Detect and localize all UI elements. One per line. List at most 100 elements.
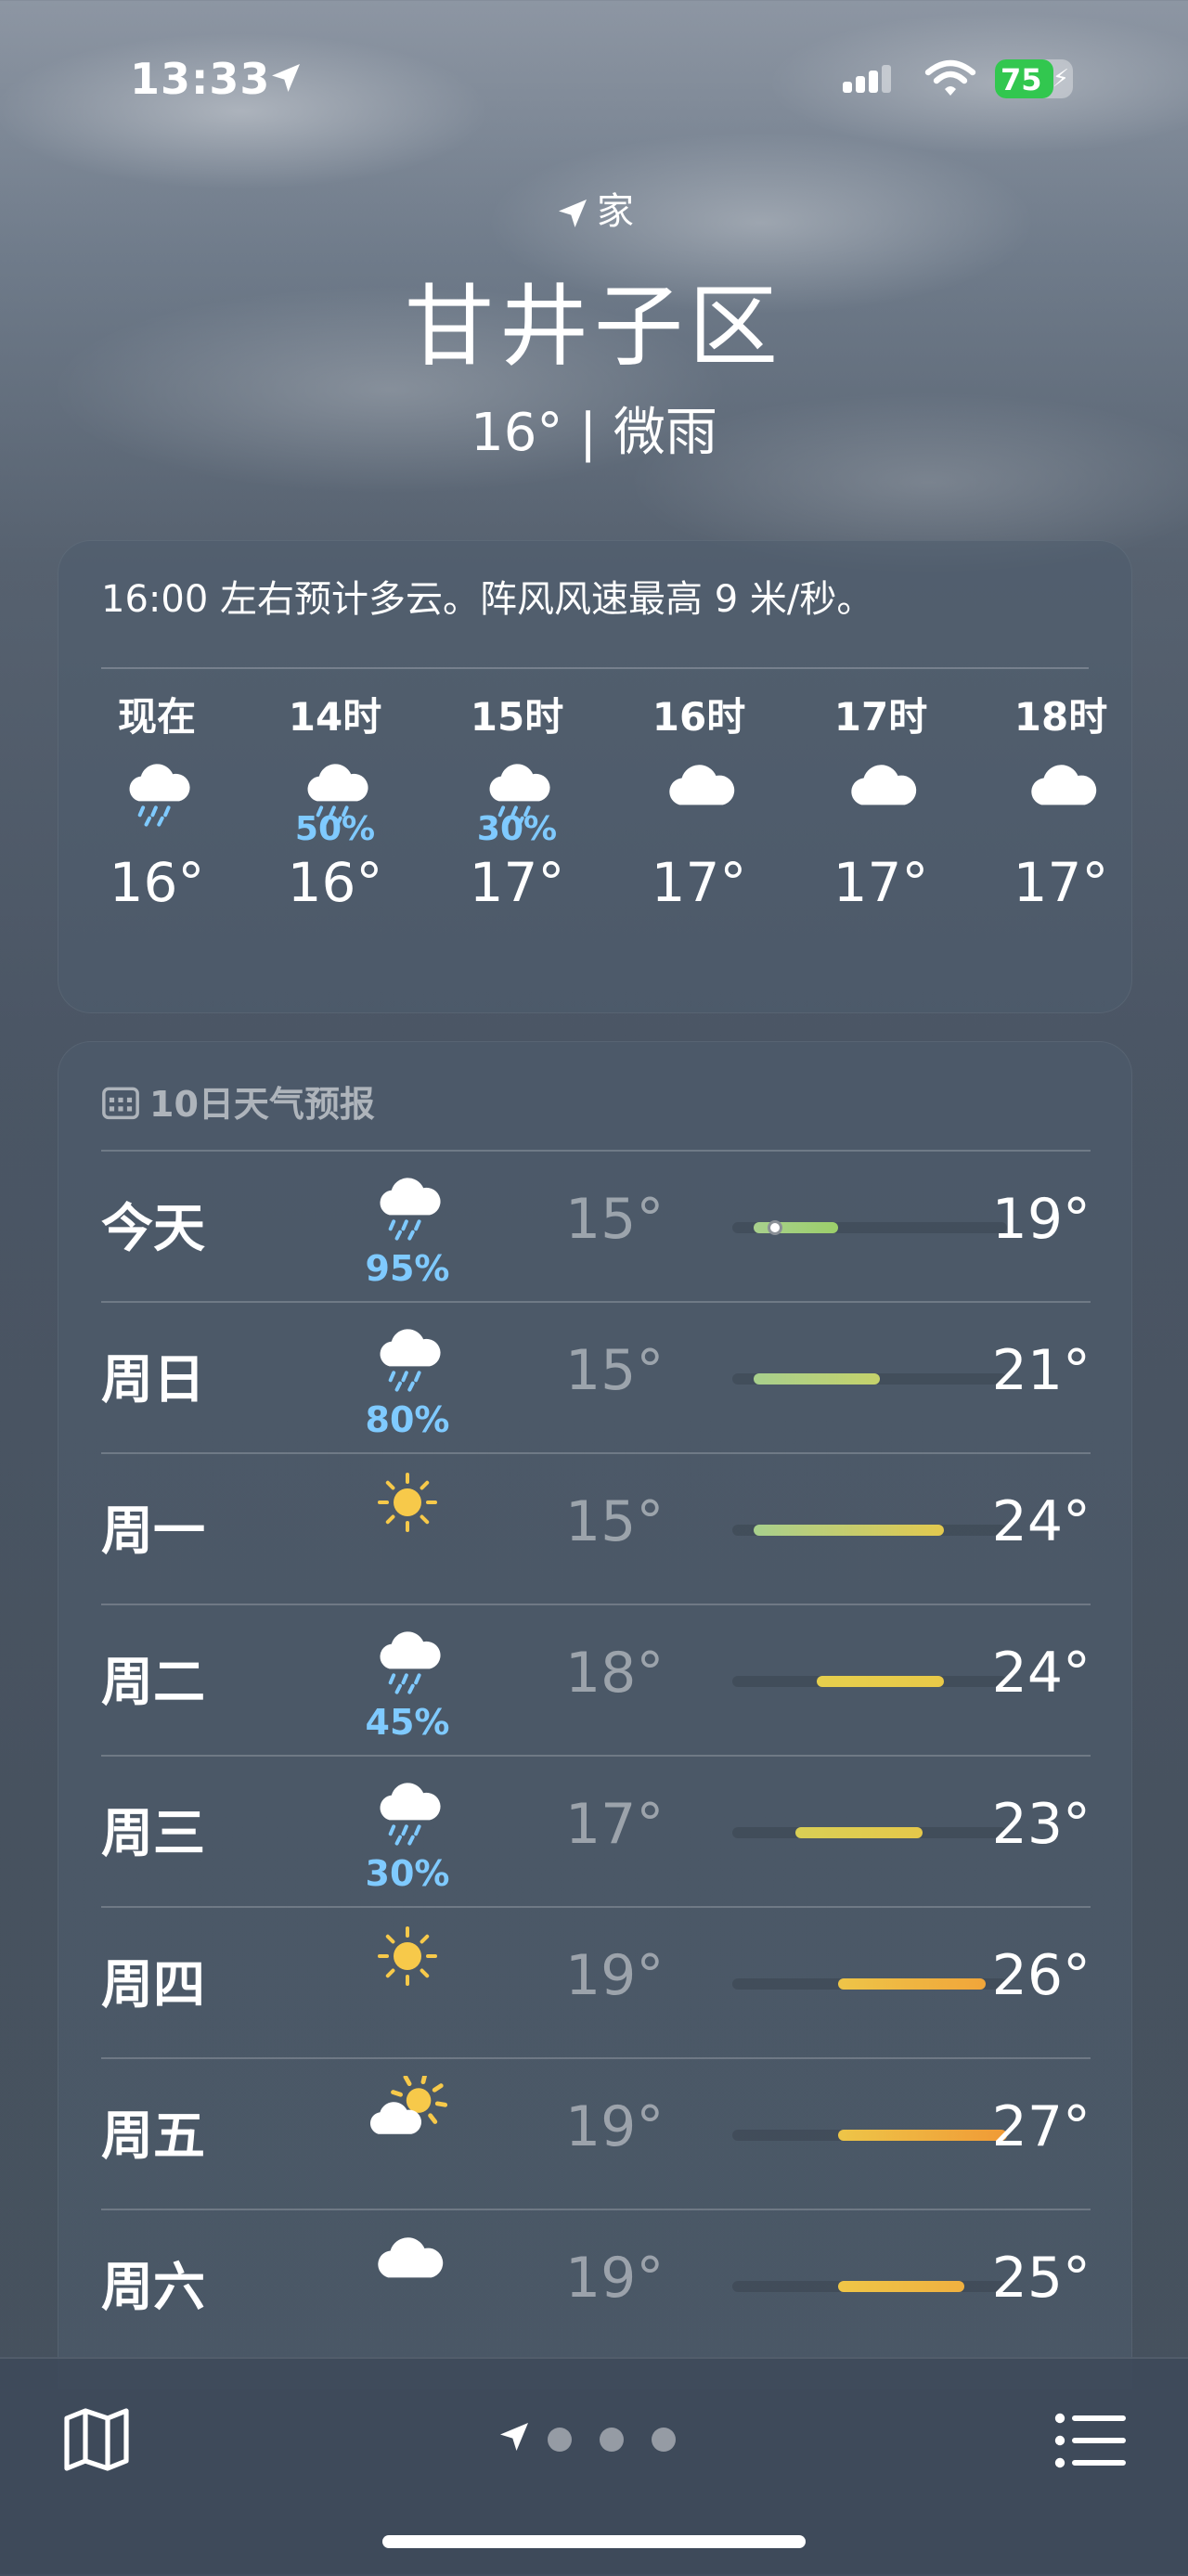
divider	[101, 2209, 1091, 2210]
temp-range-bar	[795, 1827, 923, 1838]
daily-row[interactable]: 周一 15° 24°	[101, 1452, 1091, 1604]
hour-label: 18时	[1014, 694, 1108, 740]
page-dot[interactable]	[652, 2428, 676, 2452]
daily-row[interactable]: 周三 30% 17° 23°	[101, 1755, 1091, 1906]
high-temp: 21°	[991, 1338, 1091, 1403]
day-icon-wrap: 30%	[342, 1773, 472, 1894]
temp-range-bar	[753, 1525, 944, 1536]
low-temp: 19°	[565, 2094, 665, 2159]
precip-chance: 50%	[294, 810, 376, 848]
divider	[101, 1604, 1091, 1605]
precip-chance: 30%	[476, 810, 558, 848]
precip-chance: 30%	[365, 1853, 450, 1894]
high-temp: 23°	[991, 1792, 1091, 1857]
temp-range-track	[732, 2281, 1007, 2292]
divider	[101, 1452, 1091, 1454]
hour-icon-wrap: 30%	[426, 745, 608, 848]
day-name: 周六	[101, 2258, 205, 2318]
calendar-icon	[102, 1087, 139, 1120]
hour-label: 17时	[833, 694, 928, 740]
day-name: 周三	[101, 1804, 205, 1864]
temp-range-track	[732, 1827, 1007, 1838]
location-header: 家 甘井子区 16° | 微雨	[0, 186, 1188, 466]
location-label: 家	[597, 190, 634, 233]
temp-range-bar	[753, 1222, 838, 1233]
forecast-summary: 16:00 左右预计多云。阵风风速最高 9 米/秒。	[101, 578, 874, 621]
hour-icon-wrap	[66, 745, 248, 847]
daily-row[interactable]: 周六 19° 25°	[101, 2209, 1091, 2360]
temp-range-bar	[817, 1676, 944, 1687]
current-condition: 16° | 微雨	[471, 403, 717, 463]
day-icon-wrap: 80%	[342, 1320, 472, 1440]
ten-day-title-text: 10日天气预报	[149, 1084, 375, 1125]
day-name: 周二	[101, 1653, 205, 1713]
day-name: 周四	[101, 1955, 205, 2016]
page-dot[interactable]	[600, 2428, 624, 2452]
divider	[101, 1906, 1091, 1908]
battery-percent: 75	[1001, 62, 1042, 97]
precip-chance: 80%	[365, 1399, 450, 1440]
low-temp: 15°	[565, 1187, 665, 1252]
day-icon-wrap	[342, 2076, 472, 2196]
low-temp: 15°	[565, 1489, 665, 1554]
hour-icon-wrap: 50%	[244, 745, 426, 848]
city-list-icon[interactable]	[1054, 2413, 1127, 2472]
precip-chance: 45%	[365, 1702, 450, 1743]
high-temp: 25°	[991, 2246, 1091, 2311]
hour-temp: 17°	[469, 851, 565, 914]
hourly-item: 14时 50% 16°	[244, 689, 426, 996]
divider	[101, 1755, 1091, 1757]
battery-indicator: 75 ⚡	[995, 59, 1073, 98]
current-location-page-icon[interactable]	[496, 2418, 533, 2459]
status-bar: 13:33 75 ⚡	[0, 0, 1188, 158]
daily-row[interactable]: 今天 95% 15° 19°	[101, 1150, 1091, 1301]
day-name: 今天	[101, 1199, 205, 1259]
day-icon-wrap: 45%	[342, 1622, 472, 1743]
hour-temp: 17°	[833, 851, 929, 914]
status-time: 13:33	[130, 54, 271, 104]
divider	[101, 667, 1089, 669]
current-location-line: 家	[0, 186, 1188, 238]
hourly-forecast-card[interactable]: 16:00 左右预计多云。阵风风速最高 9 米/秒。 现在 16° 14时 50…	[58, 540, 1132, 1013]
temp-range-track	[732, 1978, 1007, 1990]
location-arrow-icon	[559, 200, 587, 227]
hour-icon-wrap	[608, 745, 790, 847]
day-icon-wrap: 95%	[342, 1168, 472, 1289]
low-temp: 17°	[565, 1792, 665, 1857]
day-name: 周五	[101, 2106, 205, 2167]
hourly-item: 16时 17°	[608, 689, 790, 996]
ten-day-forecast-card[interactable]: 10日天气预报 今天 95% 15° 19° 周日 80% 15° 21° 周一	[58, 1041, 1132, 2389]
low-temp: 18°	[565, 1641, 665, 1706]
map-icon[interactable]	[61, 2407, 132, 2476]
current-temp-dot	[767, 1220, 782, 1235]
temp-range-track	[732, 1676, 1007, 1687]
hour-temp: 16°	[109, 851, 205, 914]
daily-row[interactable]: 周二 45% 18° 24°	[101, 1604, 1091, 1755]
temp-range-bar	[753, 1373, 881, 1385]
temp-range-track	[732, 2130, 1007, 2141]
hour-label: 16时	[652, 694, 746, 740]
high-temp: 26°	[991, 1943, 1091, 2008]
divider	[101, 2057, 1091, 2059]
precip-chance: 95%	[365, 1248, 450, 1289]
temp-range-track	[732, 1525, 1007, 1536]
cellular-signal-icon	[843, 65, 893, 93]
page-dot[interactable]	[548, 2428, 572, 2452]
daily-row[interactable]: 周五 19° 27°	[101, 2057, 1091, 2209]
day-icon-wrap	[342, 2227, 472, 2348]
charging-bolt-icon: ⚡	[1052, 65, 1069, 93]
high-temp: 27°	[991, 2094, 1091, 2159]
hour-icon-wrap	[970, 745, 1152, 847]
hourly-list[interactable]: 现在 16° 14时 50% 16° 15时 30% 17° 16时 17° 1…	[58, 689, 1131, 996]
daily-row[interactable]: 周四 19° 26°	[101, 1906, 1091, 2057]
daily-row[interactable]: 周日 80% 15° 21°	[101, 1301, 1091, 1452]
hour-temp: 17°	[651, 851, 747, 914]
hour-label: 现在	[117, 694, 196, 740]
low-temp: 19°	[565, 1943, 665, 2008]
high-temp: 24°	[991, 1641, 1091, 1706]
day-name: 周日	[101, 1350, 205, 1410]
home-indicator[interactable]	[382, 2535, 806, 2548]
hourly-item: 15时 30% 17°	[426, 689, 608, 996]
hourly-item: 18时 17°	[970, 689, 1152, 996]
wifi-icon	[924, 58, 976, 102]
